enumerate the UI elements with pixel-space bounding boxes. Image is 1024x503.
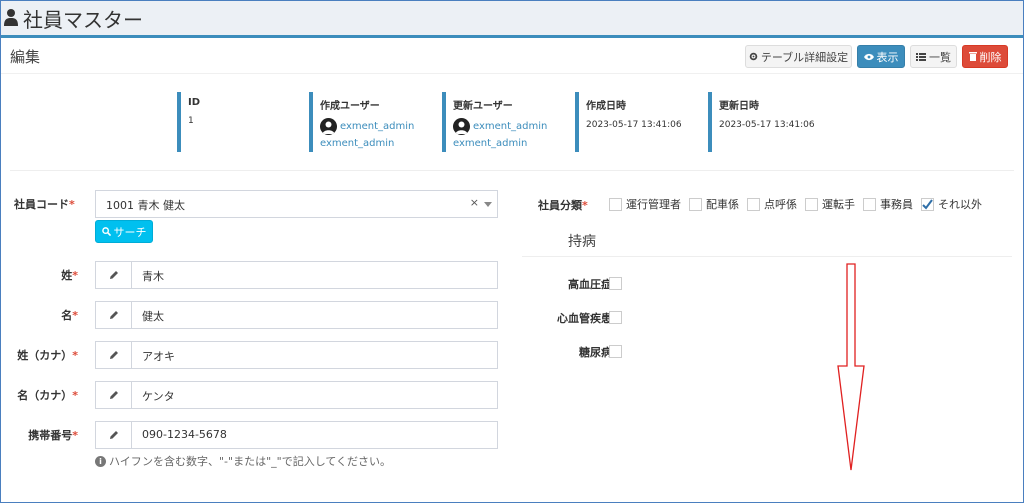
checkbox-clerk[interactable] xyxy=(863,198,876,211)
meta-updated-at: 更新日時 2023-05-17 13:41:06 xyxy=(708,92,833,152)
last-name-label: 姓* xyxy=(61,269,78,282)
last-name-value: 青木 xyxy=(142,270,164,283)
last-name-field[interactable]: 青木 xyxy=(95,261,498,289)
checkbox-cardiovascular[interactable] xyxy=(609,311,622,324)
table-settings-label: テーブル詳細設定 xyxy=(760,50,849,64)
disease-divider xyxy=(522,256,1012,257)
meta-created-at-value: 2023-05-17 13:41:06 xyxy=(586,120,682,130)
last-name-kana-label: 姓（カナ）* xyxy=(17,349,78,362)
last-name-kana-field[interactable]: アオキ xyxy=(95,341,498,369)
disease-section-title: 持病 xyxy=(568,234,596,250)
view-button[interactable]: 表示 xyxy=(857,45,905,68)
updated-user-link[interactable]: exment_admin xyxy=(473,121,547,132)
gear-icon xyxy=(749,52,758,61)
employee-code-value: 1001 青木 健太 xyxy=(106,199,185,212)
option-label: 運行管理者 xyxy=(626,198,681,211)
option-label: それ以外 xyxy=(938,198,982,211)
updated-user-link-2[interactable]: exment_admin xyxy=(453,138,567,149)
user-icon xyxy=(4,9,18,26)
mobile-field[interactable]: 090-1234-5678 xyxy=(95,421,498,449)
avatar xyxy=(453,118,470,135)
meta-updated-user-label: 更新ユーザー xyxy=(453,101,513,112)
page-title: 社員マスター xyxy=(23,8,143,32)
delete-button[interactable]: 削除 xyxy=(962,45,1008,68)
checkbox-other[interactable] xyxy=(921,198,934,211)
first-name-kana-field[interactable]: ケンタ xyxy=(95,381,498,409)
trash-icon xyxy=(968,52,977,61)
option-label: 事務員 xyxy=(880,198,913,211)
mobile-label: 携帯番号* xyxy=(28,429,78,442)
employee-code-label: 社員コード* xyxy=(14,198,75,211)
mobile-help-text: i ハイフンを含む数字、"-"または"_"で記入してください。 xyxy=(95,453,391,469)
employee-code-select[interactable]: 1001 青木 健太 × xyxy=(95,190,498,218)
meta-updated-at-label: 更新日時 xyxy=(719,101,759,112)
mobile-value: 090-1234-5678 xyxy=(142,428,227,441)
list-icon xyxy=(916,52,926,61)
cardiovascular-label: 心血管疾患 xyxy=(557,312,612,325)
chevron-down-icon xyxy=(484,202,492,207)
eye-icon xyxy=(863,53,874,60)
info-icon: i xyxy=(95,455,106,467)
checkbox-hypertension[interactable] xyxy=(609,277,622,290)
view-label: 表示 xyxy=(876,50,899,64)
meta-updated-user: 更新ユーザー exment_admin exment_admin xyxy=(442,92,567,152)
meta-id-value: 1 xyxy=(188,116,194,126)
checkbox-driver[interactable] xyxy=(805,198,818,211)
created-user-link-2[interactable]: exment_admin xyxy=(320,138,434,149)
diabetes-label: 糖尿病 xyxy=(579,346,612,359)
checkmark-icon xyxy=(922,199,933,210)
list-label: 一覧 xyxy=(929,50,951,64)
search-label: サーチ xyxy=(113,225,147,239)
option-label: 配車係 xyxy=(706,198,739,211)
last-name-kana-value: アオキ xyxy=(142,350,175,363)
checkbox-diabetes[interactable] xyxy=(609,345,622,358)
pencil-icon xyxy=(96,422,132,448)
search-icon xyxy=(101,227,111,236)
box-title: 編集 xyxy=(10,48,41,66)
meta-created-user-label: 作成ユーザー xyxy=(320,101,380,112)
avatar xyxy=(320,118,337,135)
section-divider xyxy=(10,170,1014,171)
option-label: 点呼係 xyxy=(764,198,797,211)
classification-label: 社員分類* xyxy=(538,199,588,212)
checkbox-roll-call[interactable] xyxy=(747,198,760,211)
clear-icon[interactable]: × xyxy=(470,196,479,209)
meta-created-user: 作成ユーザー exment_admin exment_admin xyxy=(309,92,434,152)
meta-created-at: 作成日時 2023-05-17 13:41:06 xyxy=(575,92,700,152)
pencil-icon xyxy=(96,382,132,408)
table-settings-button[interactable]: テーブル詳細設定 xyxy=(745,45,852,68)
checkbox-operation-manager[interactable] xyxy=(609,198,622,211)
list-button[interactable]: 一覧 xyxy=(910,45,957,68)
search-button[interactable]: サーチ xyxy=(95,220,153,243)
pencil-icon xyxy=(96,342,132,368)
delete-label: 削除 xyxy=(979,50,1002,64)
first-name-field[interactable]: 健太 xyxy=(95,301,498,329)
down-arrow-icon xyxy=(837,263,865,471)
meta-created-at-label: 作成日時 xyxy=(586,101,626,112)
checkbox-dispatcher[interactable] xyxy=(689,198,702,211)
first-name-value: 健太 xyxy=(142,310,164,323)
box-divider xyxy=(1,73,1023,74)
first-name-kana-label: 名（カナ）* xyxy=(17,389,78,402)
first-name-kana-value: ケンタ xyxy=(142,390,175,403)
meta-id: ID 1 xyxy=(177,92,297,152)
pencil-icon xyxy=(96,302,132,328)
first-name-label: 名* xyxy=(61,309,78,322)
created-user-link[interactable]: exment_admin xyxy=(340,121,414,132)
meta-updated-at-value: 2023-05-17 13:41:06 xyxy=(719,120,815,130)
meta-id-label: ID xyxy=(188,97,201,108)
pencil-icon xyxy=(96,262,132,288)
option-label: 運転手 xyxy=(822,198,855,211)
page-header: 社員マスター xyxy=(1,1,1023,38)
hypertension-label: 高血圧症 xyxy=(568,278,612,291)
